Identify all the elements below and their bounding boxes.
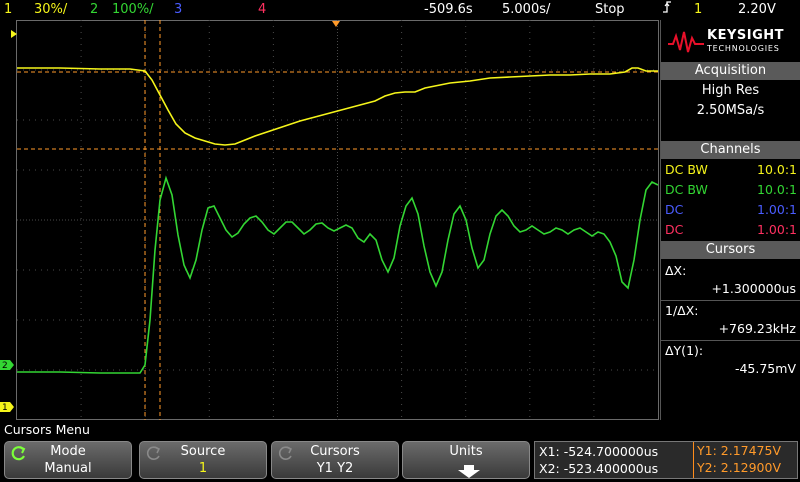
ch3-number[interactable]: 3 bbox=[174, 0, 182, 20]
source-softkey-title: Source bbox=[180, 444, 226, 459]
trigger-position-marker[interactable] bbox=[332, 21, 340, 27]
delta-y-label: ΔY(1): bbox=[665, 343, 704, 358]
ch2-ground-marker[interactable]: 2 bbox=[0, 360, 14, 371]
cursor-separator bbox=[661, 340, 800, 341]
channel-row-2: DC BW 10.0:1 bbox=[665, 181, 797, 199]
ch2-coupling: DC BW bbox=[665, 182, 708, 197]
channel-row-1: DC BW 10.0:1 bbox=[665, 161, 797, 179]
cursors-softkey-value: Y1 Y2 bbox=[316, 461, 354, 476]
delta-x-value: +1.300000us bbox=[711, 281, 796, 296]
ch4-probe: 1.00:1 bbox=[757, 222, 797, 237]
inverse-delta-x-label: 1/ΔX: bbox=[665, 303, 699, 318]
ch3-coupling: DC bbox=[665, 202, 684, 217]
ch1-scale[interactable]: 30%/ bbox=[34, 0, 67, 20]
delta-y-value: -45.75mV bbox=[734, 361, 796, 376]
ch1-ground-marker[interactable]: 1 bbox=[0, 402, 14, 413]
trigger-edge-icon bbox=[662, 0, 672, 21]
run-state: Stop bbox=[595, 2, 625, 17]
cursors-softkey-title: Cursors bbox=[310, 444, 360, 459]
cursor-readout: X1: -524.700000us X2: -523.400000us Y1: … bbox=[534, 441, 798, 479]
cursors-softkey[interactable]: Cursors Y1 Y2 bbox=[271, 441, 399, 479]
trigger-source[interactable]: 1 bbox=[694, 0, 702, 20]
status-bar: 1 30%/ 2 100%/ 3 4 -509.6s 5.000s/ Stop … bbox=[0, 0, 800, 20]
ch4-number[interactable]: 4 bbox=[258, 0, 266, 20]
delta-x-label: ΔX: bbox=[665, 263, 687, 278]
cursors-header[interactable]: Cursors bbox=[661, 241, 800, 259]
channels-header[interactable]: Channels bbox=[661, 141, 800, 159]
brand-name: KEYSIGHT bbox=[707, 28, 784, 43]
units-softkey-title: Units bbox=[449, 444, 483, 459]
brand-subtitle: TECHNOLOGIES bbox=[707, 44, 780, 53]
keysight-wave-logo-icon bbox=[668, 31, 704, 53]
ch4-coupling: DC bbox=[665, 222, 684, 237]
y1-readout: Y1: 2.17475V bbox=[697, 443, 782, 458]
keysight-logo: KEYSIGHT TECHNOLOGIES bbox=[661, 20, 800, 62]
time-scale[interactable]: 5.000s/ bbox=[502, 0, 550, 20]
x1-readout: X1: -524.700000us bbox=[539, 444, 659, 459]
mode-softkey-title: Mode bbox=[50, 444, 86, 459]
channel-row-3: DC 1.00:1 bbox=[665, 201, 797, 219]
y2-readout: Y2: 2.12900V bbox=[697, 460, 782, 475]
trigger-level[interactable]: 2.20V bbox=[738, 0, 776, 20]
svg-text:2: 2 bbox=[2, 361, 8, 371]
ch1-number[interactable]: 1 bbox=[4, 0, 12, 20]
ch1-probe: 10.0:1 bbox=[757, 162, 797, 177]
inverse-delta-x-value: +769.23kHz bbox=[718, 321, 796, 336]
sample-rate: 2.50MSa/s bbox=[696, 103, 765, 118]
side-panel: KEYSIGHT TECHNOLOGIES Acquisition High R… bbox=[660, 20, 800, 420]
arrow-down-icon bbox=[457, 463, 481, 482]
acquisition-mode: High Res bbox=[701, 83, 760, 98]
svg-text:1: 1 bbox=[2, 403, 8, 413]
acquisition-header[interactable]: Acquisition bbox=[661, 62, 800, 80]
menu-title: Cursors Menu bbox=[4, 422, 90, 437]
ch2-scale[interactable]: 100%/ bbox=[112, 0, 154, 20]
ch2-probe: 10.0:1 bbox=[757, 182, 797, 197]
x2-readout: X2: -523.400000us bbox=[539, 461, 659, 476]
source-softkey-value: 1 bbox=[198, 461, 208, 476]
time-offset[interactable]: -509.6s bbox=[424, 0, 473, 20]
ch1-coupling: DC BW bbox=[665, 162, 708, 177]
ch2-number[interactable]: 2 bbox=[90, 0, 98, 20]
waveform-display[interactable]: 2 1 bbox=[0, 20, 660, 420]
units-softkey[interactable]: Units bbox=[402, 441, 530, 479]
mode-softkey[interactable]: Mode Manual bbox=[4, 441, 132, 479]
cursor-separator bbox=[661, 300, 800, 301]
y-readout-box: Y1: 2.17475V Y2: 2.12900V bbox=[693, 442, 797, 478]
ch1-waveform bbox=[17, 67, 658, 146]
source-softkey[interactable]: Source 1 bbox=[139, 441, 267, 479]
graticule bbox=[17, 20, 658, 420]
ch3-probe: 1.00:1 bbox=[757, 202, 797, 217]
channel-row-4: DC 1.00:1 bbox=[665, 221, 797, 239]
mode-softkey-value: Manual bbox=[44, 461, 92, 476]
